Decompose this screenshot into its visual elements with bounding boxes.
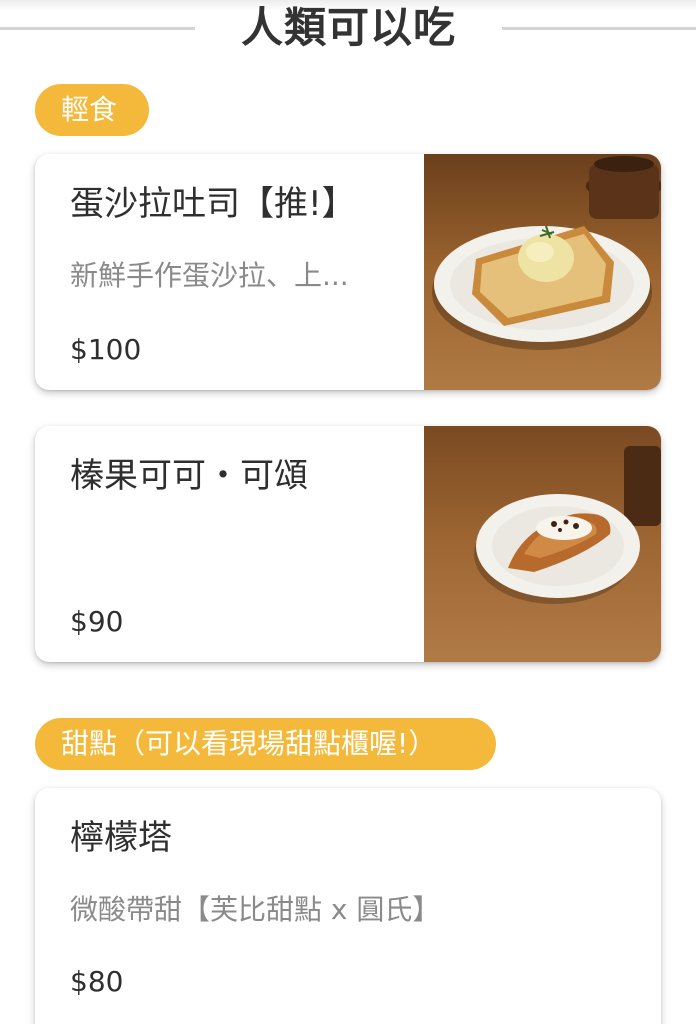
hazelnut-cocoa-croissant-photo <box>424 426 661 662</box>
item-price: $100 <box>70 333 142 366</box>
divider-right <box>502 27 696 30</box>
category-pill-light-meal[interactable]: 輕食 <box>35 84 149 136</box>
item-description: 新鮮手作蛋沙拉、上... <box>70 259 349 292</box>
egg-salad-toast-photo <box>424 154 661 390</box>
item-description: 微酸帶甜【芙比甜點 x 圓氏】 <box>70 893 441 926</box>
item-name: 檸檬塔 <box>70 818 172 858</box>
menu-item-card[interactable]: 檸檬塔 微酸帶甜【芙比甜點 x 圓氏】 $80 <box>35 788 661 1024</box>
item-price: $90 <box>70 605 124 638</box>
section-header: 人類可以吃 <box>0 0 696 60</box>
item-name: 蛋沙拉吐司【推!】 <box>70 184 356 224</box>
page-title: 人類可以吃 <box>240 3 456 52</box>
menu-item-card[interactable]: 榛果可可・可頌 $90 <box>35 426 661 662</box>
divider-left <box>0 27 195 30</box>
item-name: 榛果可可・可頌 <box>70 456 308 496</box>
item-price: $80 <box>70 965 124 998</box>
menu-item-card[interactable]: 蛋沙拉吐司【推!】 新鮮手作蛋沙拉、上... $100 <box>35 154 661 390</box>
category-pill-desserts[interactable]: 甜點（可以看現場甜點櫃喔!） <box>35 718 496 770</box>
